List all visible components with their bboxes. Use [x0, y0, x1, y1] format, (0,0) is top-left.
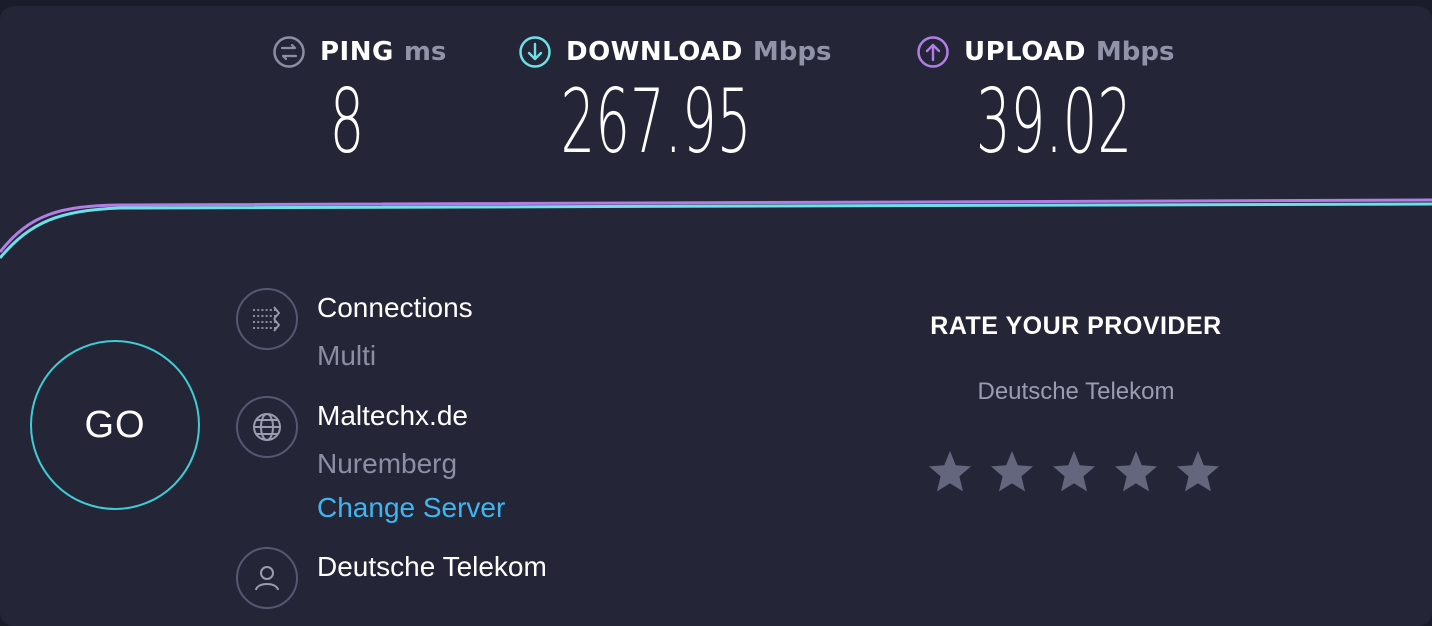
upload-label: UPLOAD: [964, 37, 1086, 67]
download-value: 267.95: [560, 70, 752, 173]
go-button[interactable]: GO: [30, 340, 200, 510]
download-unit: Mbps: [752, 37, 832, 67]
globe-icon: [236, 396, 298, 458]
star-4-icon[interactable]: [1112, 448, 1160, 496]
star-5-icon[interactable]: [1174, 448, 1222, 496]
download-arrow-icon: [518, 35, 552, 69]
ping-unit: ms: [403, 37, 447, 67]
upload-metric: UPLOAD Mbps 39.02: [916, 34, 1196, 166]
upload-arrow-icon: [916, 35, 950, 69]
speed-graph: [0, 198, 1432, 259]
connections-title: Connections: [317, 292, 473, 323]
download-header: DOWNLOAD Mbps: [518, 34, 858, 70]
upload-value: 39.02: [975, 70, 1133, 173]
provider-name: Deutsche Telekom: [317, 551, 547, 582]
connections-value: Multi: [317, 340, 377, 371]
download-metric: DOWNLOAD Mbps 267.95: [518, 34, 858, 166]
ping-header: PING ms: [272, 34, 462, 70]
star-1-icon[interactable]: [926, 448, 974, 496]
ping-icon: [272, 35, 306, 69]
change-server-link[interactable]: Change Server: [317, 492, 505, 524]
ping-label: PING: [320, 37, 394, 67]
server-name: Maltechx.de: [317, 400, 468, 431]
download-graph-line: [0, 202, 1432, 259]
star-2-icon[interactable]: [988, 448, 1036, 496]
connections-icon: [236, 288, 298, 350]
ping-metric: PING ms 8: [272, 34, 462, 166]
download-label: DOWNLOAD: [566, 37, 743, 67]
upload-header: UPLOAD Mbps: [916, 34, 1196, 70]
upload-unit: Mbps: [1095, 37, 1175, 67]
star-3-icon[interactable]: [1050, 448, 1098, 496]
ping-value: 8: [329, 70, 365, 173]
rate-provider-name: Deutsche Telekom: [977, 378, 1175, 405]
server-location: Nuremberg: [317, 448, 458, 479]
speedtest-panel: PING ms 8 DOWNLOAD Mbps 267.95 UPLOAD Mb…: [0, 6, 1432, 626]
rate-provider-title: RATE YOUR PROVIDER: [930, 312, 1222, 340]
rating-stars: [926, 448, 1222, 496]
